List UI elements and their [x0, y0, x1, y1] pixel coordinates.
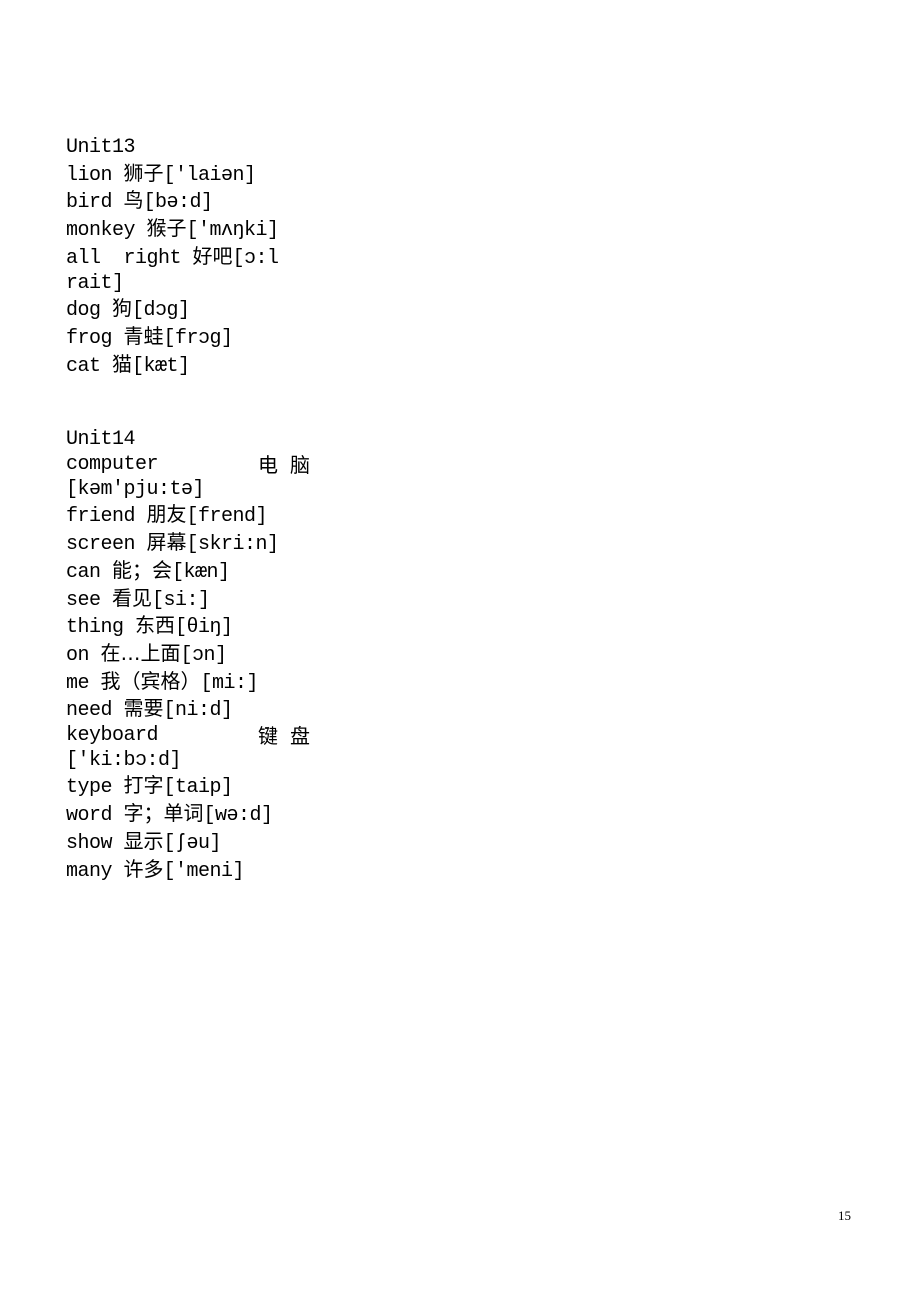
vocab-entry-word: word 字；单词[wə:d]	[66, 801, 310, 829]
entry-phonetic: ['ki:bɔ:d]	[66, 748, 182, 772]
vocab-entry-many: many 许多['meni]	[66, 857, 310, 885]
entry-phonetic: [kæt]	[132, 354, 190, 378]
entry-word: many	[66, 859, 113, 883]
vocab-entry-lion: lion 狮子['laiən]	[66, 161, 310, 189]
entry-phonetic: [kæn]	[172, 560, 230, 584]
entry-phonetic: ['mʌŋki]	[186, 219, 280, 243]
entry-phonetic: [skri:n]	[186, 533, 280, 557]
vocab-entry-keyboard: keyboard 键盘 ['ki:bɔ:d]	[66, 724, 310, 773]
entry-word: lion	[66, 163, 113, 187]
entry-phonetic: [ni:d]	[163, 699, 234, 723]
entry-chinese: 狮子	[123, 160, 164, 185]
vocab-entry-dog: dog 狗[dɔg]	[66, 296, 310, 324]
entry-phonetic: [frɔg]	[163, 326, 234, 350]
entry-phonetic: [taip]	[163, 776, 234, 800]
entry-phonetic: ['laiən]	[163, 163, 257, 187]
entry-chinese: 猫	[112, 351, 133, 376]
entry-word: dog	[66, 299, 101, 323]
vocab-entry-all-right: all right 好吧[ɔ:l rait]	[66, 244, 310, 296]
vocab-entry-computer: computer 电脑 [kəm'pju:tə]	[66, 453, 310, 502]
vocab-entry-cat: cat 猫[kæt]	[66, 352, 310, 380]
vocab-entry-type: type 打字[taip]	[66, 773, 310, 801]
entry-word: on	[66, 643, 90, 667]
entry-phonetic: [dɔg]	[132, 299, 190, 323]
page-number: 15	[838, 1208, 851, 1223]
entry-phonetic: [frend]	[186, 505, 268, 529]
entry-phonetic: [ɔn]	[180, 643, 228, 667]
entry-chinese: 显示	[123, 828, 164, 853]
entry-phonetic: [ʃəu]	[163, 831, 222, 855]
entry-word: bird	[66, 191, 113, 215]
entry-phonetic-continued: rait]	[66, 271, 124, 295]
entry-phonetic: [wə:d]	[203, 804, 274, 828]
entry-word: see	[66, 588, 101, 612]
entry-word: type	[66, 776, 113, 800]
entry-word: word	[66, 804, 113, 828]
vocab-entry-thing: thing 东西[θiŋ]	[66, 613, 310, 641]
entry-word: friend	[66, 505, 136, 529]
vocab-entry-see: see 看见[si:]	[66, 586, 310, 614]
entry-chinese: 猴子	[146, 216, 187, 241]
entry-chinese: 屏幕	[146, 530, 187, 555]
entry-phonetic: [θiŋ]	[175, 616, 233, 640]
entry-phonetic: [kəm'pju:tə]	[66, 477, 205, 501]
unit-13-section: Unit13 lion 狮子['laiən] bird 鸟[bə:d] monk…	[66, 136, 310, 379]
unit-title: Unit14	[66, 428, 136, 452]
entry-chinese: 字；单词	[123, 801, 204, 826]
entry-chinese: 许多	[123, 856, 164, 881]
unit-14-section: Unit14 computer 电脑 [kəm'pju:tə] friend 朋友[…	[66, 428, 310, 884]
entry-word: monkey	[66, 219, 136, 243]
vocab-entry-friend: friend 朋友[frend]	[66, 502, 310, 530]
vocab-entry-frog: frog 青蛙[frɔg]	[66, 324, 310, 352]
entry-chinese: 我（宾格）	[100, 668, 201, 693]
entry-word: need	[66, 699, 113, 723]
entry-chinese: 狗	[112, 296, 133, 321]
entry-word: can	[66, 560, 101, 584]
entry-phonetic: [bə:d]	[143, 191, 214, 215]
entry-chinese: 打字	[123, 773, 164, 798]
entry-chinese: 青蛙	[123, 323, 164, 348]
vocab-entry-on: on 在…上面[ɔn]	[66, 641, 310, 669]
vocab-entry-screen: screen 屏幕[skri:n]	[66, 530, 310, 558]
entry-word: computer	[66, 453, 159, 477]
entry-word: thing	[66, 616, 124, 640]
vocabulary-list: Unit13 lion 狮子['laiən] bird 鸟[bə:d] monk…	[66, 136, 310, 884]
entry-phonetic: [mi:]	[200, 671, 259, 695]
vocab-entry-show: show 显示[ʃəu]	[66, 829, 310, 857]
entry-chinese: 东西	[135, 613, 176, 638]
entry-word: keyboard	[66, 724, 159, 748]
vocab-entry-monkey: monkey 猴子['mʌŋki]	[66, 216, 310, 244]
entry-chinese: 好吧	[192, 243, 233, 268]
entry-phonetic: [ɔ:l	[232, 246, 280, 270]
entry-chinese: 朋友	[146, 502, 187, 527]
vocab-entry-can: can 能；会[kæn]	[66, 558, 310, 586]
entry-chinese: 键盘	[258, 724, 322, 749]
vocab-entry-need: need 需要[ni:d]	[66, 696, 310, 724]
entry-chinese: 电脑	[258, 453, 322, 478]
entry-word: frog	[66, 326, 113, 350]
unit-title: Unit13	[66, 136, 136, 159]
entry-phonetic: [si:]	[152, 588, 210, 612]
entry-phonetic: ['meni]	[163, 859, 245, 883]
entry-word: me	[66, 671, 90, 695]
entry-chinese: 在…上面	[100, 640, 181, 665]
entry-word: show	[66, 831, 113, 855]
entry-chinese: 需要	[123, 696, 164, 721]
entry-word: all right	[66, 246, 182, 270]
entry-word: screen	[66, 533, 136, 557]
entry-chinese: 鸟	[123, 188, 144, 213]
document-page: Unit13 lion 狮子['laiən] bird 鸟[bə:d] monk…	[0, 0, 920, 1302]
entry-word: cat	[66, 354, 101, 378]
entry-chinese: 看见	[112, 585, 153, 610]
vocab-entry-me: me 我（宾格）[mi:]	[66, 669, 310, 697]
vocab-entry-bird: bird 鸟[bə:d]	[66, 188, 310, 216]
entry-chinese: 能；会	[112, 557, 173, 582]
